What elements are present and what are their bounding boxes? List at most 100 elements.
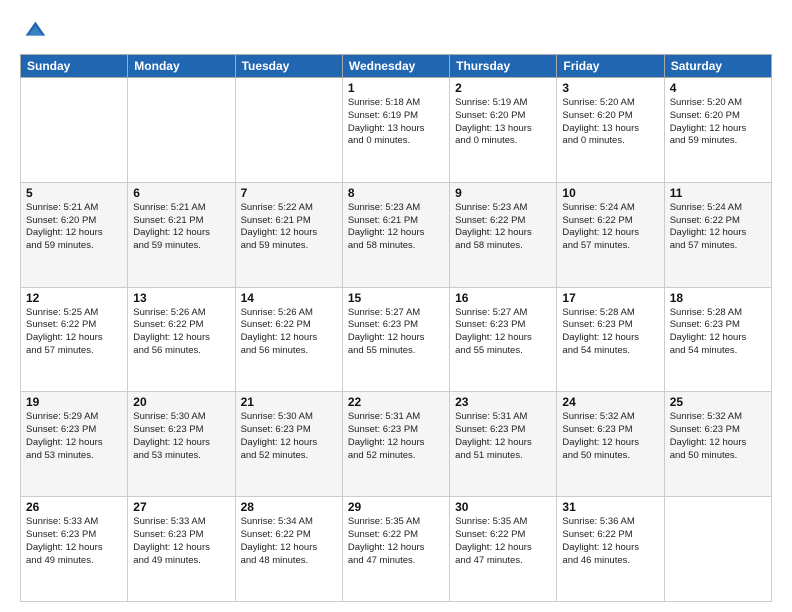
weekday-tuesday: Tuesday: [235, 55, 342, 78]
weekday-header-row: SundayMondayTuesdayWednesdayThursdayFrid…: [21, 55, 772, 78]
day-info: Sunrise: 5:30 AM Sunset: 6:23 PM Dayligh…: [241, 411, 337, 462]
weekday-wednesday: Wednesday: [342, 55, 449, 78]
day-number: 1: [348, 81, 444, 95]
calendar-cell: 6 Sunrise: 5:21 AM Sunset: 6:21 PM Daylig…: [128, 182, 235, 287]
calendar-header: SundayMondayTuesdayWednesdayThursdayFrid…: [21, 55, 772, 78]
day-info: Sunrise: 5:21 AM Sunset: 6:21 PM Dayligh…: [133, 202, 229, 253]
day-info: Sunrise: 5:26 AM Sunset: 6:22 PM Dayligh…: [133, 307, 229, 358]
day-info: Sunrise: 5:26 AM Sunset: 6:22 PM Dayligh…: [241, 307, 337, 358]
day-info: Sunrise: 5:30 AM Sunset: 6:23 PM Dayligh…: [133, 411, 229, 462]
day-info: Sunrise: 5:28 AM Sunset: 6:23 PM Dayligh…: [562, 307, 658, 358]
day-info: Sunrise: 5:34 AM Sunset: 6:22 PM Dayligh…: [241, 516, 337, 567]
day-number: 8: [348, 186, 444, 200]
calendar-cell: 28 Sunrise: 5:34 AM Sunset: 6:22 PM Dayli…: [235, 497, 342, 602]
day-number: 25: [670, 395, 766, 409]
day-info: Sunrise: 5:36 AM Sunset: 6:22 PM Dayligh…: [562, 516, 658, 567]
day-info: Sunrise: 5:33 AM Sunset: 6:23 PM Dayligh…: [133, 516, 229, 567]
calendar-cell: 21 Sunrise: 5:30 AM Sunset: 6:23 PM Dayli…: [235, 392, 342, 497]
calendar-cell: 13 Sunrise: 5:26 AM Sunset: 6:22 PM Dayli…: [128, 287, 235, 392]
calendar-cell: 30Sunrise: 5:35 AM Sunset: 6:22 PM Dayli…: [450, 497, 557, 602]
day-info: Sunrise: 5:28 AM Sunset: 6:23 PM Dayligh…: [670, 307, 766, 358]
day-number: 24: [562, 395, 658, 409]
day-number: 7: [241, 186, 337, 200]
day-info: Sunrise: 5:31 AM Sunset: 6:23 PM Dayligh…: [348, 411, 444, 462]
header: [20, 16, 772, 44]
calendar-cell: 11 Sunrise: 5:24 AM Sunset: 6:22 PM Dayli…: [664, 182, 771, 287]
weekday-monday: Monday: [128, 55, 235, 78]
day-info: Sunrise: 5:20 AM Sunset: 6:20 PM Dayligh…: [670, 97, 766, 148]
calendar-week-5: 26Sunrise: 5:33 AM Sunset: 6:23 PM Dayli…: [21, 497, 772, 602]
day-info: Sunrise: 5:32 AM Sunset: 6:23 PM Dayligh…: [562, 411, 658, 462]
calendar-week-3: 12 Sunrise: 5:25 AM Sunset: 6:22 PM Dayli…: [21, 287, 772, 392]
calendar-cell: 16 Sunrise: 5:27 AM Sunset: 6:23 PM Dayli…: [450, 287, 557, 392]
day-number: 11: [670, 186, 766, 200]
day-number: 31: [562, 500, 658, 514]
weekday-saturday: Saturday: [664, 55, 771, 78]
day-info: Sunrise: 5:25 AM Sunset: 6:22 PM Dayligh…: [26, 307, 122, 358]
calendar-table: SundayMondayTuesdayWednesdayThursdayFrid…: [20, 54, 772, 602]
day-info: Sunrise: 5:22 AM Sunset: 6:21 PM Dayligh…: [241, 202, 337, 253]
day-info: Sunrise: 5:24 AM Sunset: 6:22 PM Dayligh…: [670, 202, 766, 253]
calendar-cell: 3 Sunrise: 5:20 AM Sunset: 6:20 PM Daylig…: [557, 78, 664, 183]
day-number: 30: [455, 500, 551, 514]
day-number: 16: [455, 291, 551, 305]
calendar-cell: 12 Sunrise: 5:25 AM Sunset: 6:22 PM Dayli…: [21, 287, 128, 392]
day-info: Sunrise: 5:23 AM Sunset: 6:22 PM Dayligh…: [455, 202, 551, 253]
day-info: Sunrise: 5:20 AM Sunset: 6:20 PM Dayligh…: [562, 97, 658, 148]
day-number: 29: [348, 500, 444, 514]
calendar-cell: 18 Sunrise: 5:28 AM Sunset: 6:23 PM Dayli…: [664, 287, 771, 392]
day-info: Sunrise: 5:35 AM Sunset: 6:22 PM Dayligh…: [348, 516, 444, 567]
day-number: 12: [26, 291, 122, 305]
calendar-cell: 2 Sunrise: 5:19 AM Sunset: 6:20 PM Daylig…: [450, 78, 557, 183]
day-info: Sunrise: 5:19 AM Sunset: 6:20 PM Dayligh…: [455, 97, 551, 148]
calendar-cell: 24 Sunrise: 5:32 AM Sunset: 6:23 PM Dayli…: [557, 392, 664, 497]
day-info: Sunrise: 5:18 AM Sunset: 6:19 PM Dayligh…: [348, 97, 444, 148]
day-number: 22: [348, 395, 444, 409]
day-number: 23: [455, 395, 551, 409]
calendar-cell: 27Sunrise: 5:33 AM Sunset: 6:23 PM Dayli…: [128, 497, 235, 602]
calendar-cell: 17 Sunrise: 5:28 AM Sunset: 6:23 PM Dayli…: [557, 287, 664, 392]
calendar-cell: 8Sunrise: 5:23 AM Sunset: 6:21 PM Daylig…: [342, 182, 449, 287]
day-number: 15: [348, 291, 444, 305]
calendar-cell: 29 Sunrise: 5:35 AM Sunset: 6:22 PM Dayli…: [342, 497, 449, 602]
calendar-week-2: 5Sunrise: 5:21 AM Sunset: 6:20 PM Daylig…: [21, 182, 772, 287]
calendar-cell: [235, 78, 342, 183]
calendar-cell: 5Sunrise: 5:21 AM Sunset: 6:20 PM Daylig…: [21, 182, 128, 287]
day-number: 4: [670, 81, 766, 95]
day-number: 17: [562, 291, 658, 305]
page: SundayMondayTuesdayWednesdayThursdayFrid…: [0, 0, 792, 612]
day-number: 9: [455, 186, 551, 200]
day-info: Sunrise: 5:29 AM Sunset: 6:23 PM Dayligh…: [26, 411, 122, 462]
day-number: 6: [133, 186, 229, 200]
day-info: Sunrise: 5:33 AM Sunset: 6:23 PM Dayligh…: [26, 516, 122, 567]
calendar-cell: 15 Sunrise: 5:27 AM Sunset: 6:23 PM Dayli…: [342, 287, 449, 392]
calendar-cell: 4 Sunrise: 5:20 AM Sunset: 6:20 PM Daylig…: [664, 78, 771, 183]
day-info: Sunrise: 5:32 AM Sunset: 6:23 PM Dayligh…: [670, 411, 766, 462]
day-info: Sunrise: 5:31 AM Sunset: 6:23 PM Dayligh…: [455, 411, 551, 462]
calendar-cell: 23 Sunrise: 5:31 AM Sunset: 6:23 PM Dayli…: [450, 392, 557, 497]
calendar-cell: 10Sunrise: 5:24 AM Sunset: 6:22 PM Dayli…: [557, 182, 664, 287]
calendar-cell: 9 Sunrise: 5:23 AM Sunset: 6:22 PM Daylig…: [450, 182, 557, 287]
day-number: 13: [133, 291, 229, 305]
calendar-cell: 1 Sunrise: 5:18 AM Sunset: 6:19 PM Daylig…: [342, 78, 449, 183]
calendar-cell: 25 Sunrise: 5:32 AM Sunset: 6:23 PM Dayli…: [664, 392, 771, 497]
calendar-cell: [664, 497, 771, 602]
day-info: Sunrise: 5:27 AM Sunset: 6:23 PM Dayligh…: [348, 307, 444, 358]
day-number: 20: [133, 395, 229, 409]
day-number: 19: [26, 395, 122, 409]
day-number: 21: [241, 395, 337, 409]
day-number: 3: [562, 81, 658, 95]
logo: [20, 16, 52, 44]
calendar-cell: 20 Sunrise: 5:30 AM Sunset: 6:23 PM Dayli…: [128, 392, 235, 497]
calendar-cell: 26Sunrise: 5:33 AM Sunset: 6:23 PM Dayli…: [21, 497, 128, 602]
day-number: 2: [455, 81, 551, 95]
calendar-cell: 14 Sunrise: 5:26 AM Sunset: 6:22 PM Dayli…: [235, 287, 342, 392]
day-number: 14: [241, 291, 337, 305]
day-number: 28: [241, 500, 337, 514]
calendar-cell: 19 Sunrise: 5:29 AM Sunset: 6:23 PM Dayli…: [21, 392, 128, 497]
logo-icon: [20, 16, 48, 44]
calendar-cell: 22 Sunrise: 5:31 AM Sunset: 6:23 PM Dayli…: [342, 392, 449, 497]
calendar-cell: [128, 78, 235, 183]
day-info: Sunrise: 5:27 AM Sunset: 6:23 PM Dayligh…: [455, 307, 551, 358]
day-number: 18: [670, 291, 766, 305]
